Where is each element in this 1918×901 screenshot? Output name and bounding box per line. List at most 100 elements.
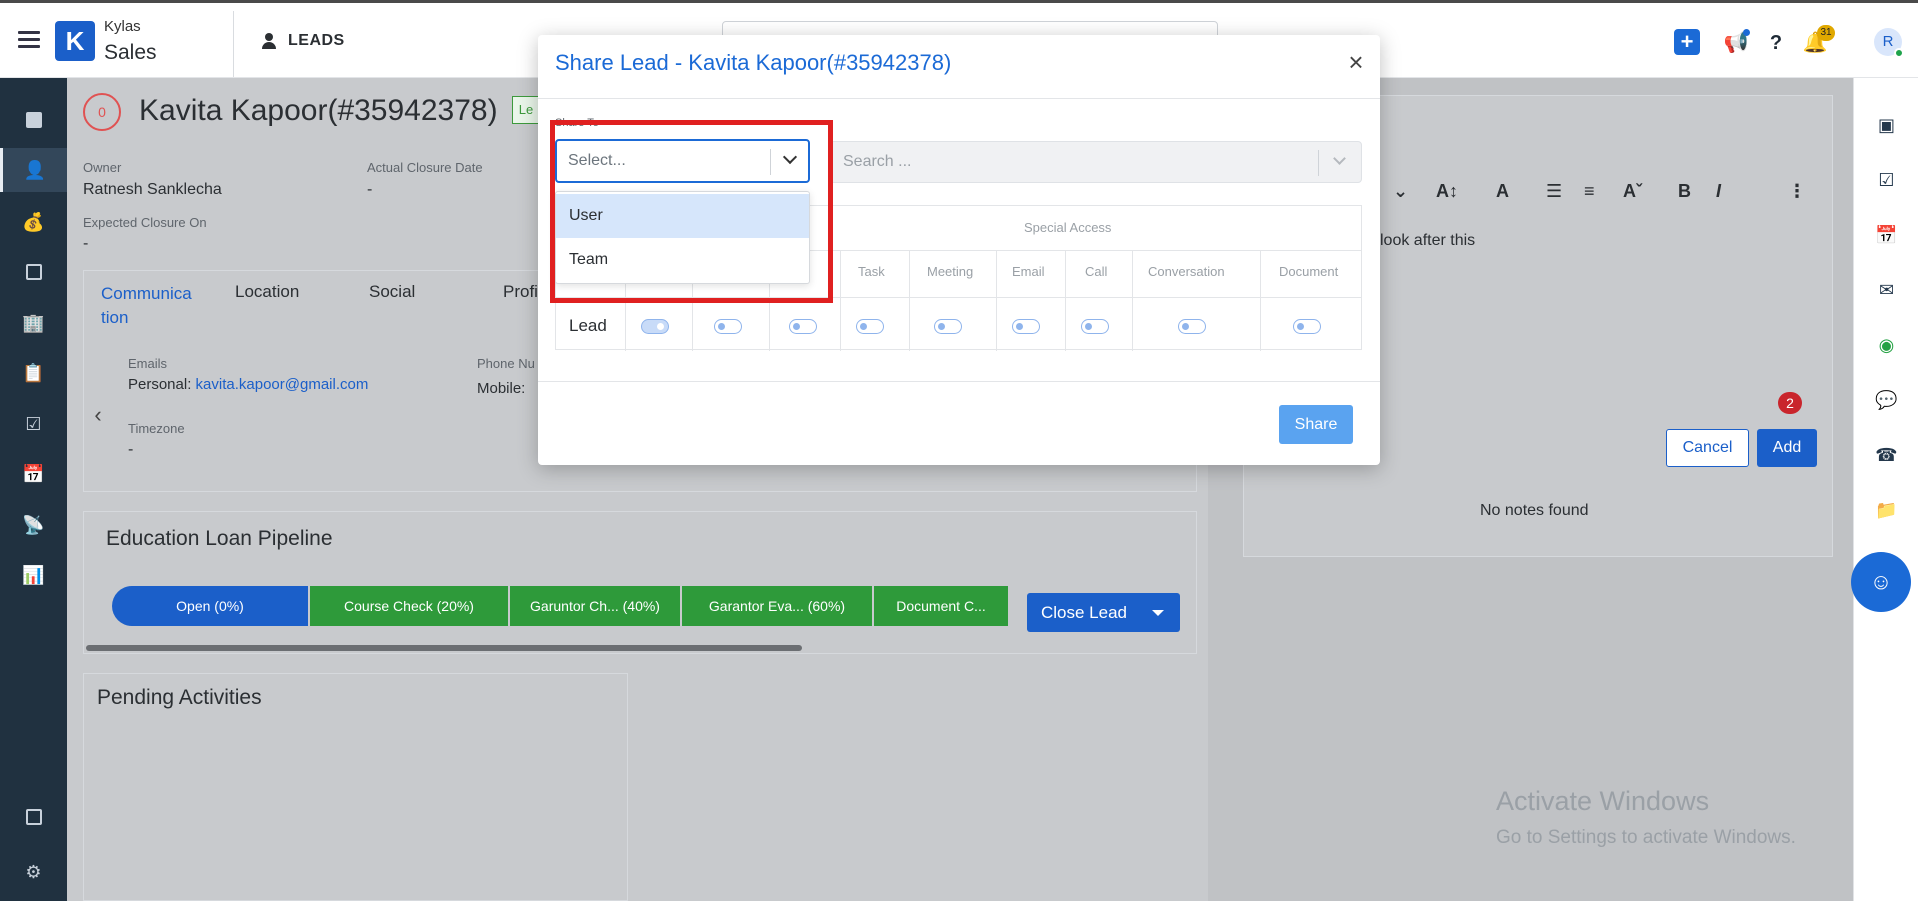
lead-score-badge: 0 <box>83 93 121 131</box>
owner-value: Ratnesh Sanklecha <box>83 181 222 198</box>
read-toggle[interactable] <box>641 319 669 334</box>
announcement-dot <box>1743 29 1750 36</box>
avatar-initial: R <box>1882 33 1894 50</box>
column-header: Task <box>858 264 885 279</box>
modal-title: Share Lead - Kavita Kapoor(#35942378) <box>555 50 952 75</box>
annotation-highlight-box <box>550 120 833 303</box>
divider <box>1132 251 1133 351</box>
phone-label: Phone Nu <box>477 356 535 371</box>
reports-icon[interactable]: 📊 <box>0 553 67 597</box>
share-button[interactable]: Share <box>1279 405 1353 444</box>
notification-badge: 31 <box>1817 25 1835 41</box>
module-title: LEADS <box>262 32 345 50</box>
pipeline-stage[interactable]: Open (0%) <box>112 586 308 626</box>
cancel-note-button[interactable]: Cancel <box>1666 429 1749 467</box>
font-size-icon[interactable]: A↕ <box>1436 181 1458 202</box>
folder-icon[interactable]: 📁 <box>1854 495 1918 525</box>
pipeline-stage[interactable]: Garuntor Ch... (40%) <box>510 586 680 626</box>
italic-icon[interactable]: I <box>1716 181 1721 202</box>
contacts-icon[interactable] <box>0 250 67 294</box>
companies-icon[interactable]: 🏢 <box>0 301 67 345</box>
tasks-icon[interactable]: ☑ <box>0 402 67 446</box>
update-toggle[interactable] <box>714 319 742 334</box>
products-icon[interactable]: 📋 <box>0 351 67 395</box>
task-icon[interactable]: ☑ <box>1854 165 1918 195</box>
chatbot-icon[interactable]: ☺ <box>1851 552 1911 612</box>
text-style-icon[interactable]: Aˇ <box>1623 181 1642 202</box>
chevron-left-icon[interactable]: ‹ <box>84 401 112 429</box>
pipeline-stage[interactable]: Course Check (20%) <box>310 586 508 626</box>
close-lead-label: Close Lead <box>1041 602 1128 622</box>
conversation-toggle[interactable] <box>1178 319 1206 334</box>
quick-add-icon[interactable]: + <box>1674 29 1700 55</box>
windows-watermark-subtitle: Go to Settings to activate Windows. <box>1496 827 1796 848</box>
hamburger-menu-icon[interactable] <box>18 31 40 49</box>
note-draft-text[interactable]: look after this <box>1380 232 1475 250</box>
tab-communication[interactable]: Communica tion <box>101 282 201 330</box>
share-with-search[interactable]: Search ... <box>830 141 1362 183</box>
email-icon[interactable]: ✉ <box>1854 275 1918 305</box>
comment-count-badge: 2 <box>1778 392 1802 414</box>
search-divider <box>1318 150 1319 176</box>
lead-status-pill[interactable]: Le <box>512 96 540 124</box>
special-access-header: Special Access <box>1024 220 1112 235</box>
help-icon[interactable]: ? <box>1762 29 1790 57</box>
chevron-down-icon[interactable] <box>1333 152 1346 165</box>
divider <box>1260 251 1261 351</box>
email-link[interactable]: kavita.kapoor@gmail.com <box>196 376 369 393</box>
column-header: Email <box>1012 264 1045 279</box>
numbered-list-icon[interactable]: ≡ <box>1584 181 1595 202</box>
bullet-list-icon[interactable]: ☰ <box>1546 181 1562 202</box>
caret-down-icon[interactable] <box>1152 610 1164 616</box>
modal-header: Share Lead - Kavita Kapoor(#35942378) × <box>538 35 1380 99</box>
bell-icon[interactable]: 🔔 31 <box>1801 25 1835 57</box>
user-avatar[interactable]: R <box>1874 28 1904 58</box>
actual-closure-label: Actual Closure Date <box>367 160 483 175</box>
bold-icon[interactable]: B <box>1678 181 1691 202</box>
calls-icon[interactable]: 📡 <box>0 503 67 547</box>
pipeline-stage[interactable]: Document C... <box>874 586 1008 626</box>
settings-icon[interactable]: ⚙ <box>0 850 67 894</box>
calendar-icon[interactable]: 📅 <box>0 452 67 496</box>
divider <box>233 11 234 77</box>
column-header: Call <box>1085 264 1108 279</box>
task-toggle[interactable] <box>856 319 884 334</box>
apps-icon[interactable] <box>0 795 67 839</box>
left-sidebar: 👤 💰 🏢 📋 ☑ 📅 📡 📊 ⚙ <box>0 78 67 901</box>
pipeline-stage[interactable]: Garantor Eva... (60%) <box>682 586 872 626</box>
emails-label: Emails <box>128 356 168 371</box>
tab-profile[interactable]: Profi <box>503 282 538 302</box>
email-type: Personal: <box>128 376 196 393</box>
meeting-toggle[interactable] <box>934 319 962 334</box>
close-icon[interactable]: × <box>1343 49 1369 75</box>
tab-location[interactable]: Location <box>235 282 299 302</box>
email-toggle[interactable] <box>1012 319 1040 334</box>
font-color-icon[interactable]: A <box>1496 181 1509 202</box>
pipeline-title: Education Loan Pipeline <box>106 527 333 550</box>
phone-icon[interactable]: ☎ <box>1854 440 1918 470</box>
deals-icon[interactable]: 💰 <box>0 200 67 244</box>
no-notes-message: No notes found <box>1480 502 1589 519</box>
call-toggle[interactable] <box>1081 319 1109 334</box>
divider <box>538 381 1380 382</box>
horizontal-scrollbar[interactable] <box>86 645 802 651</box>
notes-icon[interactable]: ▣ <box>1854 110 1918 140</box>
megaphone-icon[interactable]: 📢 <box>1722 29 1750 57</box>
more-options-icon[interactable]: ⋮ <box>1788 181 1806 202</box>
actual-closure-value: - <box>367 181 373 198</box>
note-toggle[interactable] <box>789 319 817 334</box>
tab-social[interactable]: Social <box>369 282 415 302</box>
chat-icon[interactable]: 💬 <box>1854 385 1918 415</box>
kylas-logo[interactable]: K <box>55 21 95 61</box>
close-lead-button[interactable]: Close Lead <box>1027 593 1180 632</box>
owner-label: Owner <box>83 160 122 175</box>
dashboard-icon[interactable] <box>0 98 67 142</box>
chevron-down-icon[interactable]: ⌄ <box>1393 181 1408 202</box>
leads-icon[interactable]: 👤 <box>0 148 67 192</box>
lead-name: Kavita Kapoor(#35942378) <box>139 94 498 127</box>
add-note-button[interactable]: Add <box>1757 429 1817 467</box>
meeting-icon[interactable]: 📅 <box>1854 220 1918 250</box>
search-placeholder: Search ... <box>843 153 912 170</box>
document-toggle[interactable] <box>1293 319 1321 334</box>
whatsapp-icon[interactable]: ◉ <box>1854 330 1918 360</box>
